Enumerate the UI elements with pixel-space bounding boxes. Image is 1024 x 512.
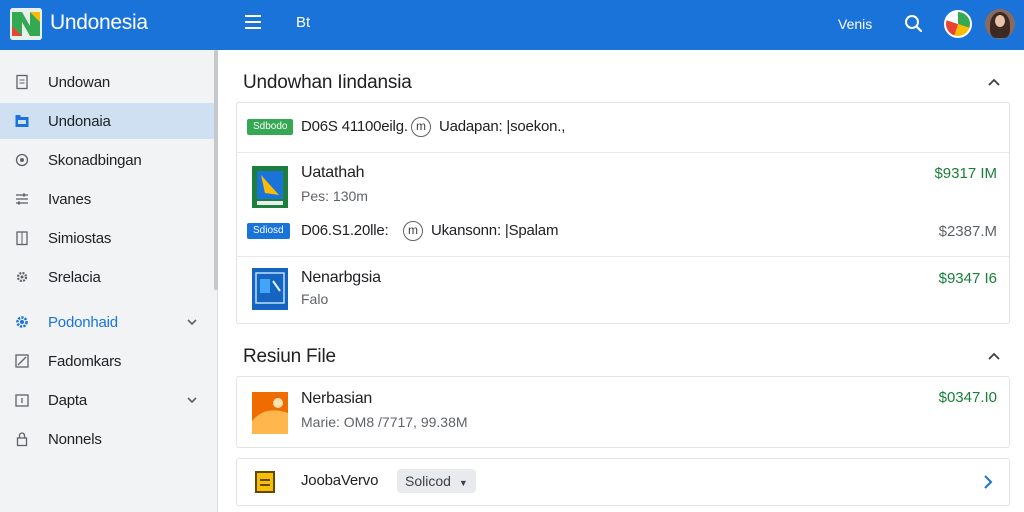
item-meta: Marie: OM8 /7717, 99.38M <box>301 414 468 430</box>
sidebar-item-label: Fadomkars <box>48 352 122 370</box>
row-suffix-text: Ukansonn: |Spalam <box>431 222 559 239</box>
note-file-icon <box>255 471 275 493</box>
spreadsheet-file-icon <box>251 165 289 209</box>
chevron-down-icon[interactable] <box>186 316 198 328</box>
section2-card: Nerbasian Marie: OM8 /7717, 99.38M $0347… <box>236 376 1010 448</box>
apps-avatar[interactable] <box>944 10 972 38</box>
sidebar-item-label: Simiostas <box>48 229 112 247</box>
row-circle-badge: m <box>411 117 431 137</box>
row-suffix-text: Uadapan: |soekon., <box>439 118 566 135</box>
item-price: $0347.I0 <box>938 389 997 406</box>
row-code-text: D06.S1.20lle: <box>301 222 389 239</box>
item-name[interactable]: JoobaVervo <box>301 472 378 489</box>
sidebar-item-label: Srelacia <box>48 268 101 286</box>
chevron-down-icon[interactable] <box>186 394 198 406</box>
sidebar-item-simiostas[interactable]: Simiostas <box>0 220 214 256</box>
divider <box>237 256 1009 257</box>
sidebar-item-undonaia[interactable]: Undonaia <box>0 103 214 139</box>
item-name[interactable]: Uatathah <box>301 164 365 182</box>
clipboard-icon <box>16 231 28 246</box>
sidebar-item-label: Ivanes <box>48 190 91 208</box>
nav-tab[interactable]: Bt <box>296 14 310 31</box>
document-icon <box>16 74 28 90</box>
section2-card-row[interactable]: JoobaVervo Solicod ▼ <box>236 458 1010 506</box>
settings-icon <box>15 153 29 167</box>
sliders-icon <box>16 193 28 205</box>
app-title: Undonesia <box>50 11 148 34</box>
calendar-icon <box>15 394 29 407</box>
chevron-right-icon[interactable] <box>981 473 995 491</box>
user-avatar[interactable] <box>985 9 1015 39</box>
hamburger-menu-icon[interactable] <box>240 11 266 37</box>
sidebar-item-nonnels[interactable]: Nonnels <box>0 421 214 457</box>
sidebar-item-undowan[interactable]: Undowan <box>0 64 214 100</box>
section-title: Resiun File <box>243 346 336 367</box>
status-badge: Sdbodo <box>247 119 294 135</box>
sidebar-item-skonadbingan[interactable]: Skonadbingan <box>0 142 214 178</box>
chevron-up-icon[interactable] <box>984 347 1004 367</box>
top-link[interactable]: Venis <box>838 16 872 32</box>
cog-blue-icon <box>16 316 28 328</box>
item-price: $2387.M <box>938 223 997 240</box>
chevron-up-icon[interactable] <box>984 73 1004 93</box>
item-meta: Falo <box>301 291 329 307</box>
search-icon[interactable] <box>900 10 928 38</box>
sidebar-item-srelacia[interactable]: Srelacia <box>0 259 214 295</box>
sidebar-item-dapta[interactable]: Dapta <box>0 382 214 418</box>
item-price: $9317 IM <box>934 165 997 182</box>
sidebar-item-label: Skonadbingan <box>48 151 142 169</box>
sidebar-scrollbar[interactable] <box>214 50 218 290</box>
sidebar-item-label: Nonnels <box>48 430 102 448</box>
gear-icon <box>16 271 28 283</box>
image-file-icon <box>251 391 289 435</box>
document-file-icon <box>251 267 289 311</box>
sidebar-item-label: Undonaia <box>48 112 111 130</box>
item-price: $9347 I6 <box>938 270 997 287</box>
app-logo-icon[interactable] <box>10 8 42 40</box>
dropdown-label: Solicod <box>405 473 451 489</box>
status-dropdown[interactable]: Solicod ▼ <box>397 469 476 493</box>
divider <box>237 152 1009 153</box>
sidebar-item-podonhaid[interactable]: Podonhaid <box>0 304 214 340</box>
section-title: Undowhan Iindansia <box>243 72 412 93</box>
pencil-icon <box>15 354 29 368</box>
section1-card: Sdbodo D06S 41100eilg. m Uadapan: |soeko… <box>236 102 1010 324</box>
item-meta: Pes: 130m <box>301 188 368 204</box>
sidebar-item-fadomkars[interactable]: Fadomkars <box>0 343 214 379</box>
sidebar: Undowan Undonaia Skonadbingan Ivanes Sim… <box>0 50 218 512</box>
top-app-bar: Undonesia Bt Venis <box>0 0 1024 50</box>
sidebar-item-label: Podonhaid <box>48 313 118 331</box>
item-name[interactable]: Nenarbgsia <box>301 269 381 287</box>
row-code-text: D06S 41100eilg. <box>301 118 408 135</box>
sidebar-item-ivanes[interactable]: Ivanes <box>0 181 214 217</box>
row-circle-badge: m <box>403 221 423 241</box>
lock-icon <box>16 432 28 447</box>
caret-down-icon: ▼ <box>458 478 468 488</box>
sidebar-item-label: Dapta <box>48 391 88 409</box>
item-name[interactable]: Nerbasian <box>301 390 372 408</box>
status-badge: Sdiosd <box>247 223 290 239</box>
folder-icon <box>15 115 29 127</box>
sidebar-item-label: Undowan <box>48 73 110 91</box>
